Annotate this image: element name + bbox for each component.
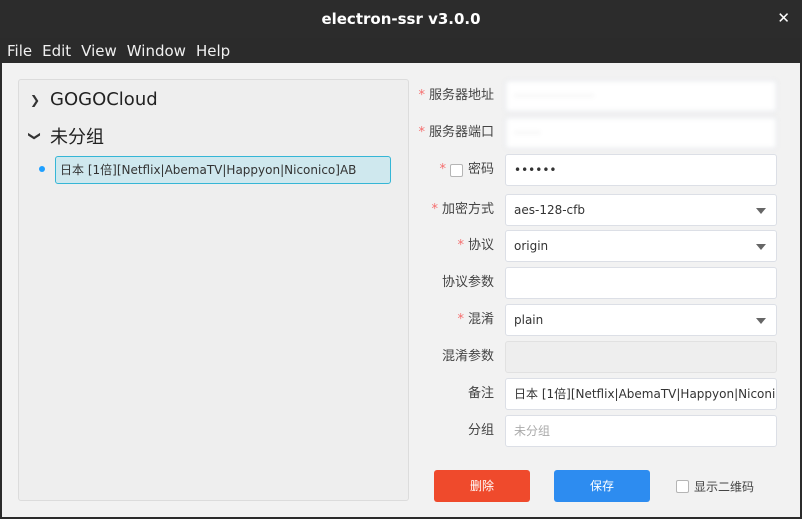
menu-window[interactable]: Window — [122, 42, 191, 60]
close-icon[interactable]: ✕ — [777, 9, 790, 27]
menu-view[interactable]: View — [76, 42, 122, 60]
required-mark: * — [457, 312, 464, 327]
row-server-port: * 服务器端口 ······· — [412, 117, 800, 149]
window-title: electron-ssr v3.0.0 — [321, 10, 481, 28]
select-value: aes-128-cfb — [514, 203, 585, 217]
chevron-right-icon: ❯ — [29, 92, 41, 107]
save-button[interactable]: 保存 — [554, 470, 650, 502]
tree-server-item[interactable]: 日本 [1倍][Netflix|AbemaTV|Happyon|Niconico… — [55, 156, 391, 184]
required-mark: * — [431, 202, 438, 217]
select-value: origin — [514, 239, 549, 253]
server-port-label: * 服务器端口 — [418, 117, 494, 149]
select-value: plain — [514, 313, 544, 327]
bullet-icon — [39, 166, 45, 172]
row-protocol-param: 协议参数 — [412, 267, 800, 299]
label-text: 密码 — [467, 162, 494, 177]
menu-file[interactable]: File — [2, 42, 37, 60]
row-protocol: * 协议 origin — [412, 230, 800, 262]
row-obfs-param: 混淆参数 — [412, 341, 800, 373]
password-label: * 密码 — [439, 154, 494, 186]
tree-group-label: GOGOCloud — [50, 89, 158, 110]
method-select[interactable]: aes-128-cfb — [505, 194, 777, 226]
obfs-param-input — [505, 341, 777, 373]
menu-bar: File Edit View Window Help — [0, 38, 802, 63]
server-address-input[interactable]: ····················· — [505, 80, 777, 112]
row-remarks: 备注 日本 [1倍][Netflix|AbemaTV|Happyon|Nicon… — [412, 378, 800, 410]
chevron-down-icon: ❯ — [28, 130, 42, 142]
server-port-input[interactable]: ······· — [505, 117, 777, 149]
obfs-param-label: 混淆参数 — [442, 341, 494, 373]
remarks-label: 备注 — [468, 378, 494, 410]
row-method: * 加密方式 aes-128-cfb — [412, 194, 800, 226]
show-password-checkbox[interactable] — [449, 163, 463, 177]
server-tree: ❯ GOGOCloud ❯ 未分组 日本 [1倍][Netflix|AbemaT… — [18, 79, 409, 501]
delete-button[interactable]: 删除 — [434, 470, 530, 502]
row-password: * 密码 •••••• — [412, 154, 800, 186]
required-mark: * — [457, 238, 464, 253]
password-input[interactable]: •••••• — [505, 154, 777, 186]
title-bar: electron-ssr v3.0.0 ✕ — [0, 0, 802, 38]
row-server-address: * 服务器地址 ····················· — [412, 80, 800, 112]
remarks-input[interactable]: 日本 [1倍][Netflix|AbemaTV|Happyon|Niconico… — [505, 378, 777, 410]
label-text: 服务器端口 — [428, 125, 494, 140]
tree-group-gogocloud[interactable]: ❯ GOGOCloud — [29, 89, 158, 110]
obfs-label: * 混淆 — [457, 304, 494, 336]
row-obfs: * 混淆 plain — [412, 304, 800, 336]
label-text: 加密方式 — [441, 202, 494, 217]
server-form: * 服务器地址 ····················· * 服务器端口 ··… — [412, 63, 800, 517]
protocol-label: * 协议 — [457, 230, 494, 262]
show-qr-checkbox[interactable] — [676, 480, 689, 493]
required-mark: * — [439, 162, 446, 177]
label-text: 混淆 — [467, 312, 494, 327]
required-mark: * — [418, 88, 425, 103]
show-qr-toggle[interactable]: 显示二维码 — [676, 478, 754, 495]
label-text: 备注 — [467, 386, 494, 401]
dropdown-caret-icon — [756, 318, 766, 324]
menu-help[interactable]: Help — [191, 42, 235, 60]
method-label: * 加密方式 — [431, 194, 494, 226]
obfs-select[interactable]: plain — [505, 304, 777, 336]
show-qr-label: 显示二维码 — [694, 480, 755, 494]
row-group: 分组 未分组 — [412, 415, 800, 447]
protocol-param-input[interactable] — [505, 267, 777, 299]
dropdown-caret-icon — [756, 244, 766, 250]
group-input[interactable]: 未分组 — [505, 415, 777, 447]
protocol-param-label: 协议参数 — [442, 267, 494, 299]
server-address-label: * 服务器地址 — [418, 80, 494, 112]
label-text: 混淆参数 — [441, 349, 494, 364]
dropdown-caret-icon — [756, 208, 766, 214]
label-text: 协议 — [467, 238, 494, 253]
label-text: 协议参数 — [441, 275, 494, 290]
main-content: ❯ GOGOCloud ❯ 未分组 日本 [1倍][Netflix|AbemaT… — [2, 63, 800, 517]
label-text: 分组 — [467, 423, 494, 438]
group-label: 分组 — [468, 415, 494, 447]
required-mark: * — [418, 125, 425, 140]
menu-edit[interactable]: Edit — [37, 42, 76, 60]
tree-group-ungrouped[interactable]: ❯ 未分组 — [28, 123, 104, 149]
tree-group-label: 未分组 — [50, 127, 104, 148]
label-text: 服务器地址 — [428, 88, 494, 103]
protocol-select[interactable]: origin — [505, 230, 777, 262]
